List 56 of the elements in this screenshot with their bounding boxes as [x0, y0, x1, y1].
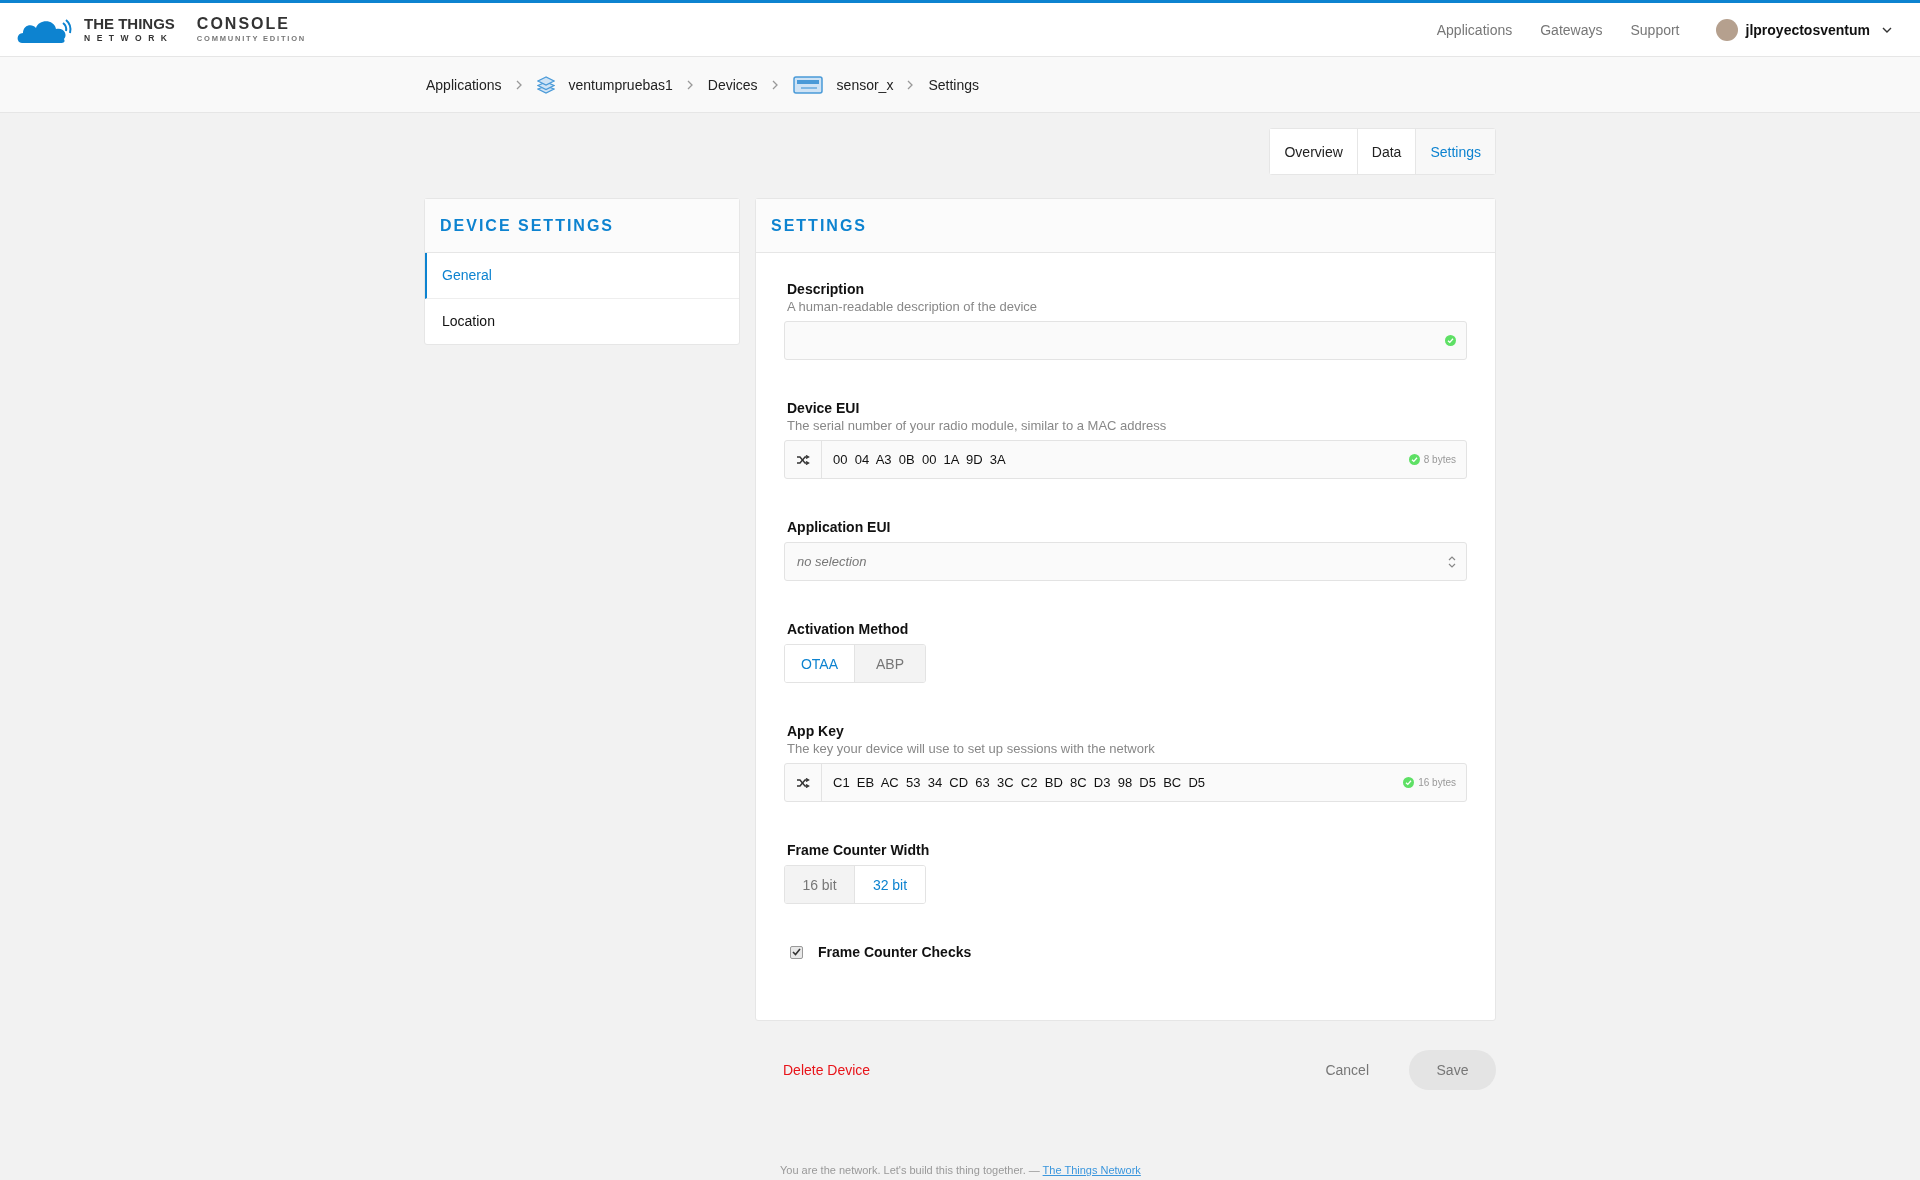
- chevron-right-icon: [907, 79, 915, 90]
- breadcrumb-link[interactable]: Applications: [426, 76, 502, 93]
- field-label: Description: [786, 281, 865, 297]
- chevron-down-icon[interactable]: [1882, 26, 1892, 33]
- field-hint: The serial number of your radio module, similar to a MAC address: [786, 418, 1168, 433]
- breadcrumb-link[interactable]: Settings: [928, 76, 979, 93]
- breadcrumb-link[interactable]: ventumpruebas1: [568, 76, 673, 93]
- nav-link[interactable]: Support: [1630, 21, 1680, 38]
- checkbox[interactable]: [790, 945, 803, 959]
- toggle-option[interactable]: ABP: [855, 645, 925, 682]
- tab[interactable]: Settings: [1416, 129, 1495, 174]
- checkbox-label: Frame Counter Checks: [817, 944, 972, 960]
- field-label: Application EUI: [786, 519, 892, 535]
- logo-subtext: NETWORK: [84, 34, 175, 43]
- tab[interactable]: Overview: [1270, 129, 1358, 174]
- nav-link[interactable]: Gateways: [1540, 21, 1603, 38]
- hex-value: 00 04 A3 0B 00 1A 9D 3A: [832, 452, 1007, 467]
- nav-link[interactable]: Applications: [1436, 21, 1513, 38]
- field-label: Activation Method: [786, 621, 910, 637]
- product-title: CONSOLE: [196, 16, 291, 33]
- shuffle-icon[interactable]: [796, 777, 810, 788]
- toggle-option[interactable]: 16 bit: [785, 866, 855, 903]
- input-field[interactable]: 00 04 A3 0B 00 1A 9D 3A 8 bytes: [784, 440, 1467, 479]
- logo-text: THE THINGS: [84, 16, 175, 32]
- chevron-right-icon: [771, 79, 779, 90]
- byte-count: 8 bytes: [1423, 454, 1456, 465]
- save-button[interactable]: Save: [1409, 1050, 1496, 1090]
- chevron-right-icon: [515, 79, 523, 90]
- field-hint: The key your device will use to set up sessions with the network: [786, 741, 1156, 756]
- footer-text: You are the network. Let's build this thing together. — The Things Network: [780, 1164, 1142, 1176]
- byte-count: 16 bytes: [1418, 777, 1456, 788]
- field-hint: A human-readable description of the device: [786, 299, 1039, 314]
- footer-link[interactable]: The Things Network: [1042, 1164, 1141, 1176]
- layers-icon: [536, 75, 555, 94]
- input-field[interactable]: [784, 321, 1467, 360]
- settings-title: SETTINGS: [756, 199, 1495, 253]
- sidebar-item[interactable]: Location: [425, 299, 739, 344]
- breadcrumb-link[interactable]: sensor_x: [836, 76, 894, 93]
- toggle-option[interactable]: OTAA: [785, 645, 855, 682]
- input-field[interactable]: C1 EB AC 53 34 CD 63 3C C2 BD 8C D3 98 D5 BC D5 16 bytes: [784, 763, 1467, 802]
- sidebar-title: DEVICE SETTINGS: [425, 199, 739, 253]
- select-field[interactable]: no selection: [784, 542, 1467, 581]
- device-icon: [792, 75, 823, 94]
- hex-value: C1 EB AC 53 34 CD 63 3C C2 BD 8C D3 98 D5 BC D5: [832, 775, 1207, 790]
- field-label: Device EUI: [786, 400, 861, 416]
- user-menu[interactable]: jlproyectosventum: [1745, 21, 1870, 38]
- sidebar-item[interactable]: General: [425, 253, 739, 299]
- delete-link[interactable]: Delete Device: [783, 1062, 871, 1078]
- sort-arrows-icon: [1448, 554, 1456, 569]
- chevron-right-icon: [686, 79, 694, 90]
- field-label: App Key: [786, 723, 845, 739]
- field-label: Frame Counter Width: [786, 842, 931, 858]
- breadcrumb-link[interactable]: Devices: [707, 76, 758, 93]
- cancel-button[interactable]: Cancel: [1319, 1061, 1375, 1079]
- avatar-icon: [1715, 18, 1738, 41]
- shuffle-icon[interactable]: [796, 454, 810, 465]
